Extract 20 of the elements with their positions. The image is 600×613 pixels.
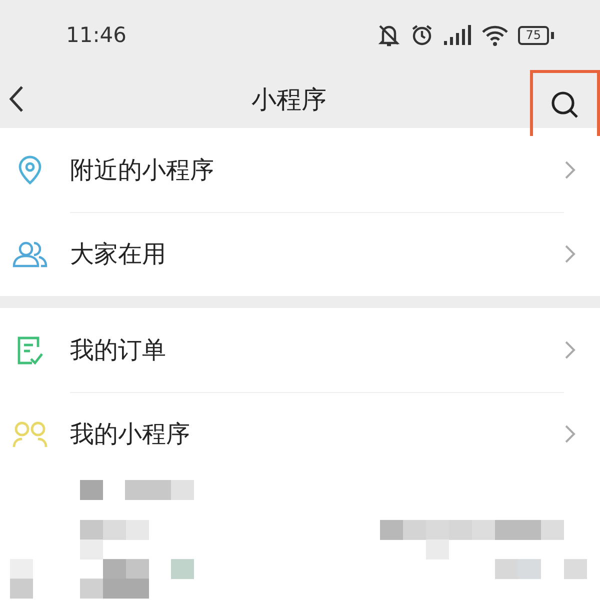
battery-level: 75 [518,26,549,44]
menu-item-label[interactable]: 附近的小程序 [70,154,214,186]
people-icon [12,240,48,268]
chevron-right-icon [564,340,576,360]
checklist-icon [16,335,44,365]
signal-icon [442,24,472,46]
wifi-icon [480,24,509,46]
muted-bell-icon [376,23,402,47]
menu-item-label[interactable]: 大家在用 [70,238,166,270]
chevron-right-icon [564,424,576,444]
menu-item-label[interactable]: 我的小程序 [70,418,190,450]
location-pin-icon [17,155,43,185]
search-icon [550,90,580,120]
menu-item-label[interactable]: 我的订单 [70,334,166,366]
alarm-clock-icon [410,24,433,46]
clock-time: 11:46 [66,23,128,47]
chevron-right-icon [564,160,576,180]
chevron-right-icon [564,244,576,264]
page-title: 小程序 [250,84,328,116]
rings-icon [12,419,48,449]
